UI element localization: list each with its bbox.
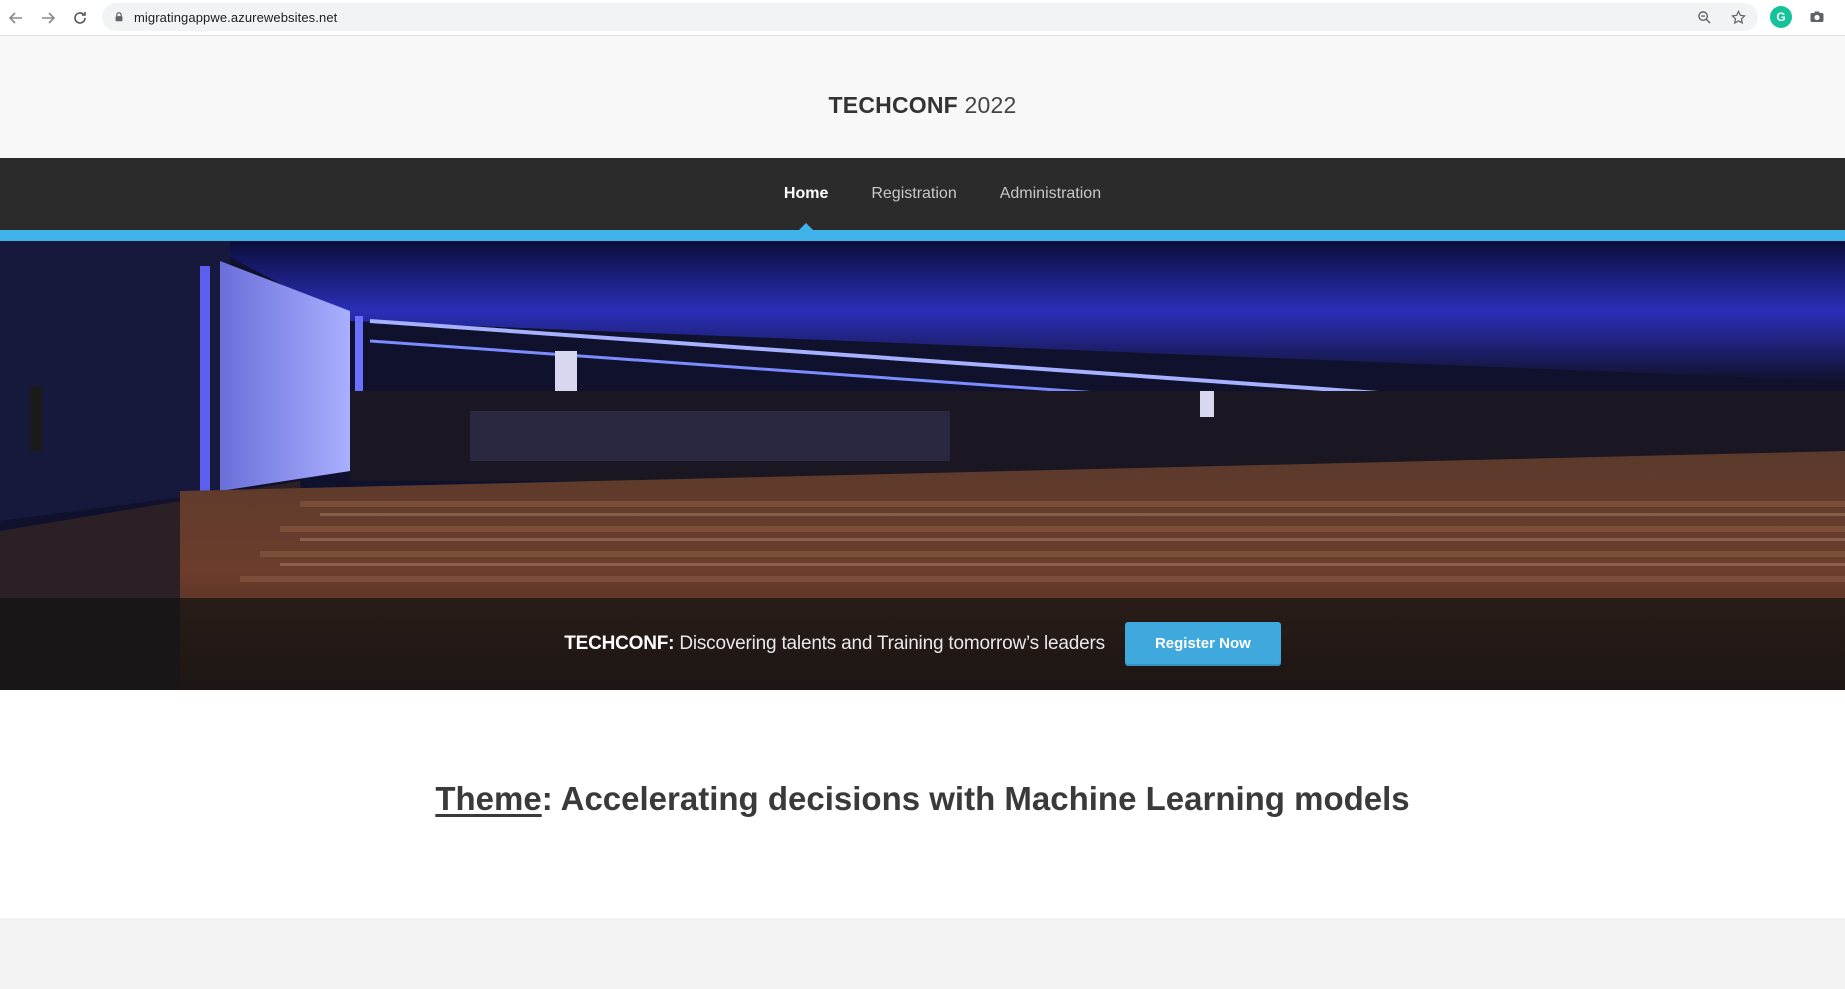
theme-text: : Accelerating decisions with Machine Le… [541, 780, 1410, 817]
theme-section: Theme: Accelerating decisions with Machi… [0, 690, 1845, 918]
nav-accent-bar [0, 230, 1845, 241]
forward-arrow-icon[interactable] [36, 6, 60, 30]
main-navigation: Home Registration Administration [0, 158, 1845, 231]
bookmark-star-icon[interactable] [1728, 7, 1748, 27]
brand-strong: TECHCONF [828, 91, 958, 118]
theme-heading: Theme: Accelerating decisions with Machi… [435, 780, 1409, 818]
footer-band [0, 918, 1845, 989]
hero-banner: TECHCONF: Discovering talents and Traini… [0, 241, 1845, 690]
nav-item-home[interactable]: Home [784, 185, 828, 203]
grammarly-extension-icon[interactable]: G [1770, 6, 1792, 28]
zoom-icon[interactable] [1694, 7, 1714, 27]
url-text[interactable]: migratingappwe.azurewebsites.net [134, 10, 337, 25]
lock-icon[interactable] [112, 10, 126, 24]
nav-item-administration[interactable]: Administration [1000, 185, 1101, 203]
hero-caption: TECHCONF: Discovering talents and Traini… [0, 598, 1845, 690]
tagline-text: Discovering talents and Training tomorro… [674, 633, 1105, 654]
nav-item-registration[interactable]: Registration [871, 185, 956, 203]
address-bar[interactable]: migratingappwe.azurewebsites.net [102, 3, 1758, 31]
site-header: TECHCONF 2022 [0, 36, 1845, 158]
tagline-brand: TECHCONF: [564, 633, 675, 654]
site-brand[interactable]: TECHCONF 2022 [829, 92, 1017, 119]
back-arrow-icon[interactable] [4, 6, 28, 30]
reload-icon[interactable] [68, 6, 92, 30]
camera-extension-icon[interactable] [1806, 6, 1828, 28]
brand-year: 2022 [957, 91, 1017, 118]
theme-label: Theme [435, 780, 542, 817]
register-now-button[interactable]: Register Now [1124, 622, 1281, 666]
browser-toolbar: migratingappwe.azurewebsites.net G [0, 0, 1845, 36]
hero-tagline: TECHCONF: Discovering talents and Traini… [564, 633, 1105, 655]
